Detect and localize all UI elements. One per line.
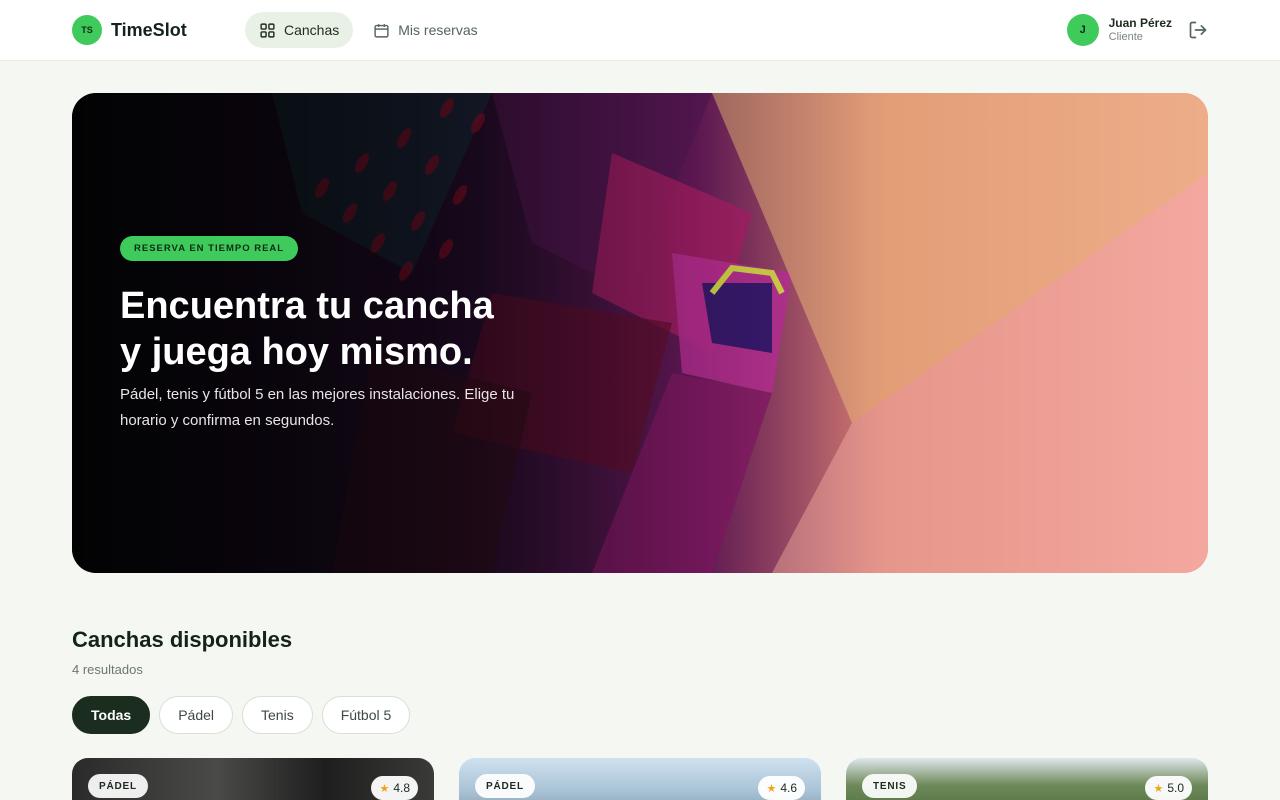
sport-tag: TENIS — [862, 774, 918, 798]
nav-item-mis-reservas[interactable]: Mis reservas — [359, 12, 491, 48]
hero-title-line2: y juega hoy mismo. — [120, 331, 473, 373]
filter-tenis[interactable]: Tenis — [242, 696, 313, 734]
filter-padel[interactable]: Pádel — [159, 696, 234, 734]
hero-title: Encuentra tu cancha y juega hoy mismo. — [120, 283, 640, 375]
user-info: Juan Pérez Cliente — [1108, 16, 1172, 43]
sport-tag: PÁDEL — [475, 774, 535, 798]
avatar[interactable]: J — [1066, 14, 1099, 46]
user-role: Cliente — [1108, 30, 1143, 43]
hero-banner: RESERVA EN TIEMPO REAL Encuentra tu canc… — [72, 93, 1208, 573]
court-card[interactable]: PÁDEL ★ 4.8 — [72, 758, 434, 800]
hero-subtitle: Pádel, tenis y fútbol 5 en las mejores i… — [120, 386, 515, 429]
filter-chips: Todas Pádel Tenis Fútbol 5 — [72, 696, 411, 734]
section-title: Canchas disponibles — [72, 627, 293, 652]
rating-value: 4.8 — [393, 781, 410, 795]
user-menu: J Juan Pérez Cliente — [1066, 14, 1208, 46]
main-nav: Canchas Mis reservas — [245, 12, 492, 48]
user-name: Juan Pérez — [1108, 16, 1172, 31]
hero-badge: RESERVA EN TIEMPO REAL — [120, 236, 299, 261]
star-icon: ★ — [379, 782, 390, 795]
rating-badge: ★ 5.0 — [1145, 776, 1192, 800]
hero-title-line1: Encuentra tu cancha — [120, 285, 494, 327]
results-count: 4 resultados — [72, 662, 143, 677]
court-card[interactable]: PÁDEL ★ 4.6 — [459, 758, 821, 800]
rating-badge: ★ 4.6 — [758, 776, 805, 800]
sport-tag: PÁDEL — [88, 774, 148, 798]
top-navbar: TS TimeSlot Canchas Mis reservas J Juan … — [0, 0, 1280, 61]
app-name: TimeSlot — [111, 19, 187, 40]
filter-todas[interactable]: Todas — [72, 696, 151, 734]
rating-value: 4.6 — [780, 781, 797, 795]
grid-icon — [260, 22, 275, 38]
logo[interactable]: TS TimeSlot — [72, 15, 187, 45]
filter-futbol5[interactable]: Fútbol 5 — [321, 696, 411, 734]
star-icon: ★ — [1153, 782, 1164, 795]
nav-item-label: Mis reservas — [398, 22, 478, 38]
rating-badge: ★ 4.8 — [371, 776, 418, 800]
logo-badge: TS — [72, 15, 102, 45]
court-card[interactable]: TENIS ★ 5.0 — [846, 758, 1208, 800]
calendar-icon — [374, 23, 389, 38]
star-icon: ★ — [766, 782, 777, 795]
nav-item-canchas[interactable]: Canchas — [245, 12, 354, 48]
rating-value: 5.0 — [1167, 781, 1184, 795]
logout-icon[interactable] — [1188, 20, 1208, 40]
nav-item-label: Canchas — [284, 22, 340, 38]
